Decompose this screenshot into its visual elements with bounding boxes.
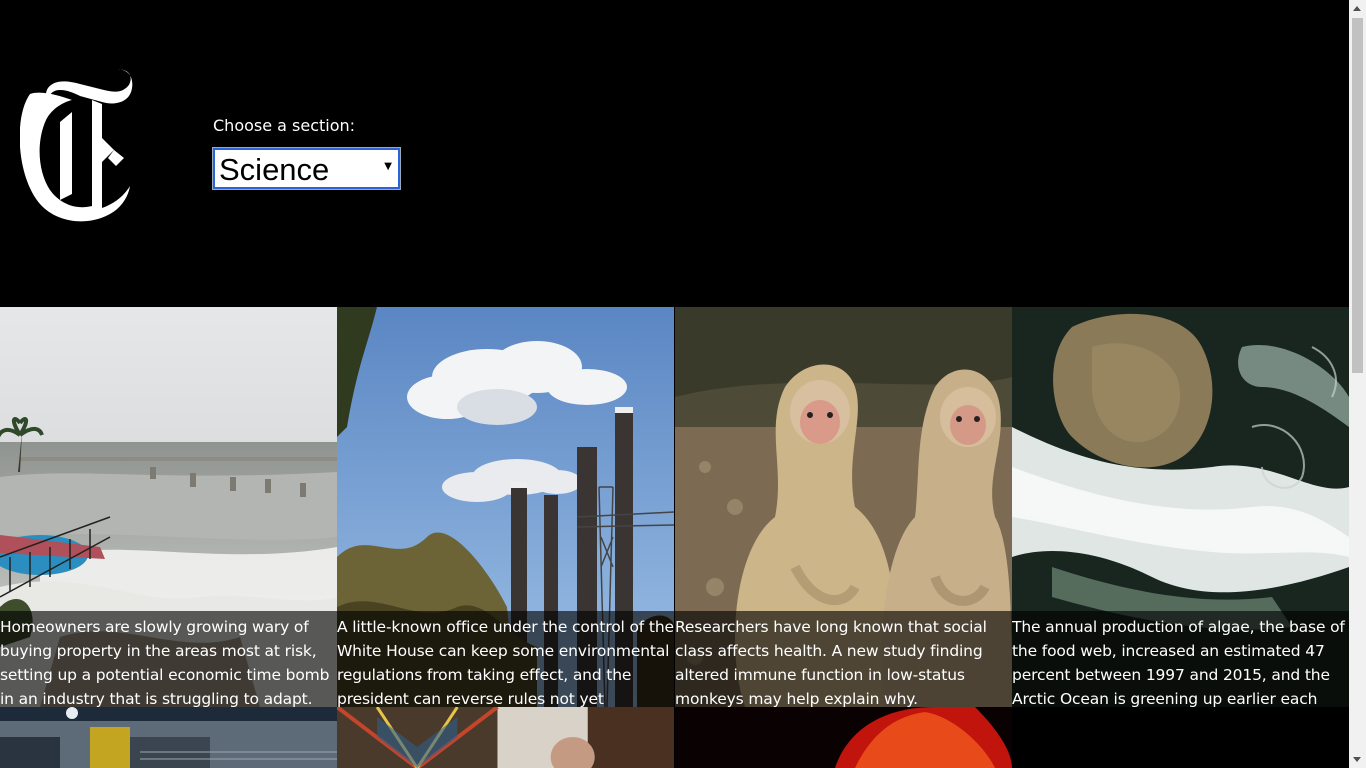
section-select-value: Science [219, 152, 330, 187]
article-abstract: Researchers have long known that social … [675, 611, 1012, 707]
article-image [337, 707, 674, 768]
article-abstract: Homeowners are slowly growing wary of bu… [0, 611, 337, 707]
header: Choose a section: Science ▼ [0, 0, 1349, 307]
page: Choose a section: Science ▼ Homeowners a… [0, 0, 1349, 768]
article-card[interactable] [337, 707, 674, 768]
article-abstract: The annual production of algae, the base… [1012, 611, 1349, 707]
article-card[interactable]: A little-known office under the control … [337, 307, 674, 707]
chevron-down-icon: ▼ [384, 161, 392, 172]
scroll-down-arrow-icon[interactable] [1349, 751, 1366, 768]
article-card[interactable]: Homeowners are slowly growing wary of bu… [0, 307, 337, 707]
article-image [675, 707, 1012, 768]
article-abstract: A little-known office under the control … [337, 611, 674, 707]
vertical-scrollbar[interactable] [1349, 0, 1366, 768]
article-card[interactable]: Researchers have long known that social … [675, 307, 1012, 707]
scrollbar-thumb[interactable] [1352, 18, 1363, 373]
section-select[interactable]: Science ▼ [212, 147, 401, 190]
scroll-up-arrow-icon[interactable] [1349, 0, 1366, 17]
article-card[interactable] [675, 707, 1012, 768]
article-image [0, 707, 337, 768]
section-label: Choose a section: [213, 116, 356, 135]
article-card[interactable] [0, 707, 337, 768]
article-card[interactable] [1012, 707, 1349, 768]
nyt-t-logo[interactable] [20, 66, 136, 224]
article-card[interactable]: The annual production of algae, the base… [1012, 307, 1349, 707]
